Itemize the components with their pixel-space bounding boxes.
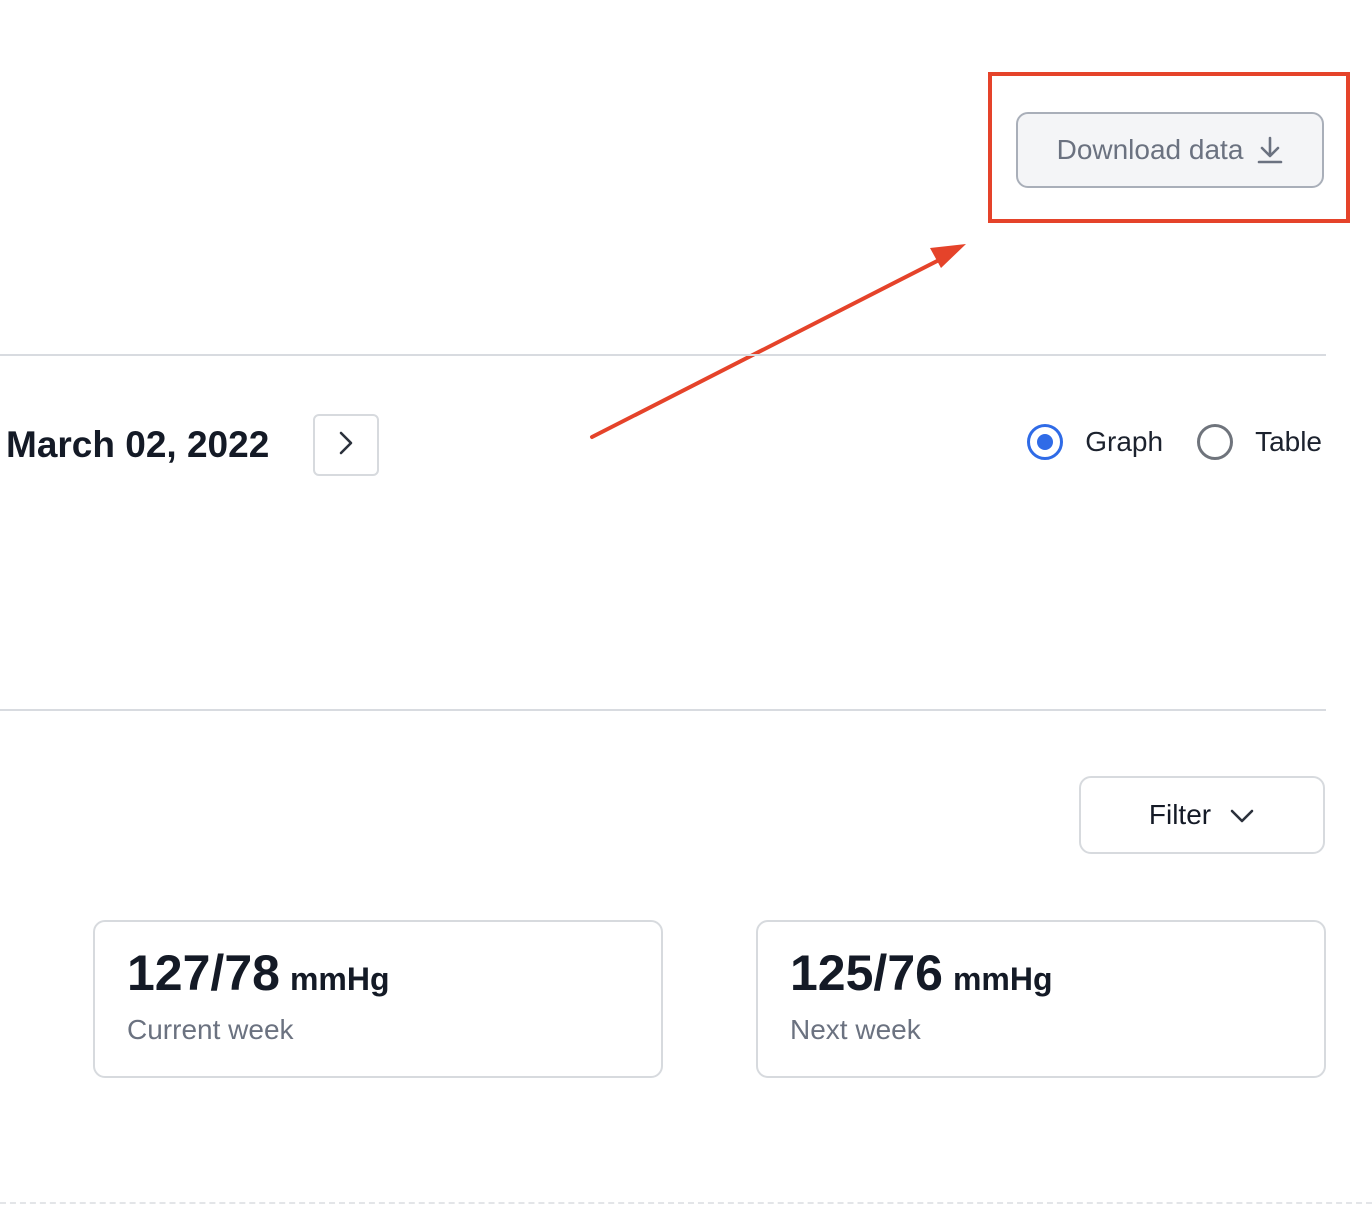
stat-label: Current week xyxy=(127,1014,294,1045)
view-option-graph[interactable]: Graph xyxy=(1027,424,1163,460)
view-toggle: Graph Table xyxy=(1027,424,1322,460)
stat-card-next-week: 125/76 mmHg Next week xyxy=(756,920,1326,1078)
stat-reading: 125/76 xyxy=(790,945,943,1001)
graph-radio-label: Graph xyxy=(1085,426,1164,457)
stat-unit: mmHg xyxy=(289,961,390,997)
section-divider xyxy=(0,709,1326,711)
current-date-title: March 02, 2022 xyxy=(6,424,270,465)
stat-reading: 127/78 xyxy=(127,945,280,1001)
table-radio-label: Table xyxy=(1255,426,1322,457)
section-divider xyxy=(0,354,1326,356)
chevron-down-icon xyxy=(1229,799,1255,831)
stat-value: 127/78 mmHg xyxy=(127,944,390,1002)
view-option-table[interactable]: Table xyxy=(1197,424,1322,460)
annotation-highlight-box xyxy=(988,72,1350,223)
chart-edge xyxy=(0,1202,1372,1204)
stat-value: 125/76 mmHg xyxy=(790,944,1053,1002)
stat-unit: mmHg xyxy=(952,961,1053,997)
stat-card-current-week: 127/78 mmHg Current week xyxy=(93,920,663,1078)
chevron-right-icon xyxy=(337,429,355,462)
graph-radio[interactable] xyxy=(1027,424,1064,460)
table-radio[interactable] xyxy=(1197,424,1234,460)
next-date-button[interactable] xyxy=(313,414,379,476)
filter-dropdown[interactable]: Filter xyxy=(1079,776,1325,854)
filter-label: Filter xyxy=(1148,799,1212,830)
page: Download data March 02, 2022 Graph Table… xyxy=(0,0,1372,1208)
stat-label: Next week xyxy=(790,1014,921,1045)
